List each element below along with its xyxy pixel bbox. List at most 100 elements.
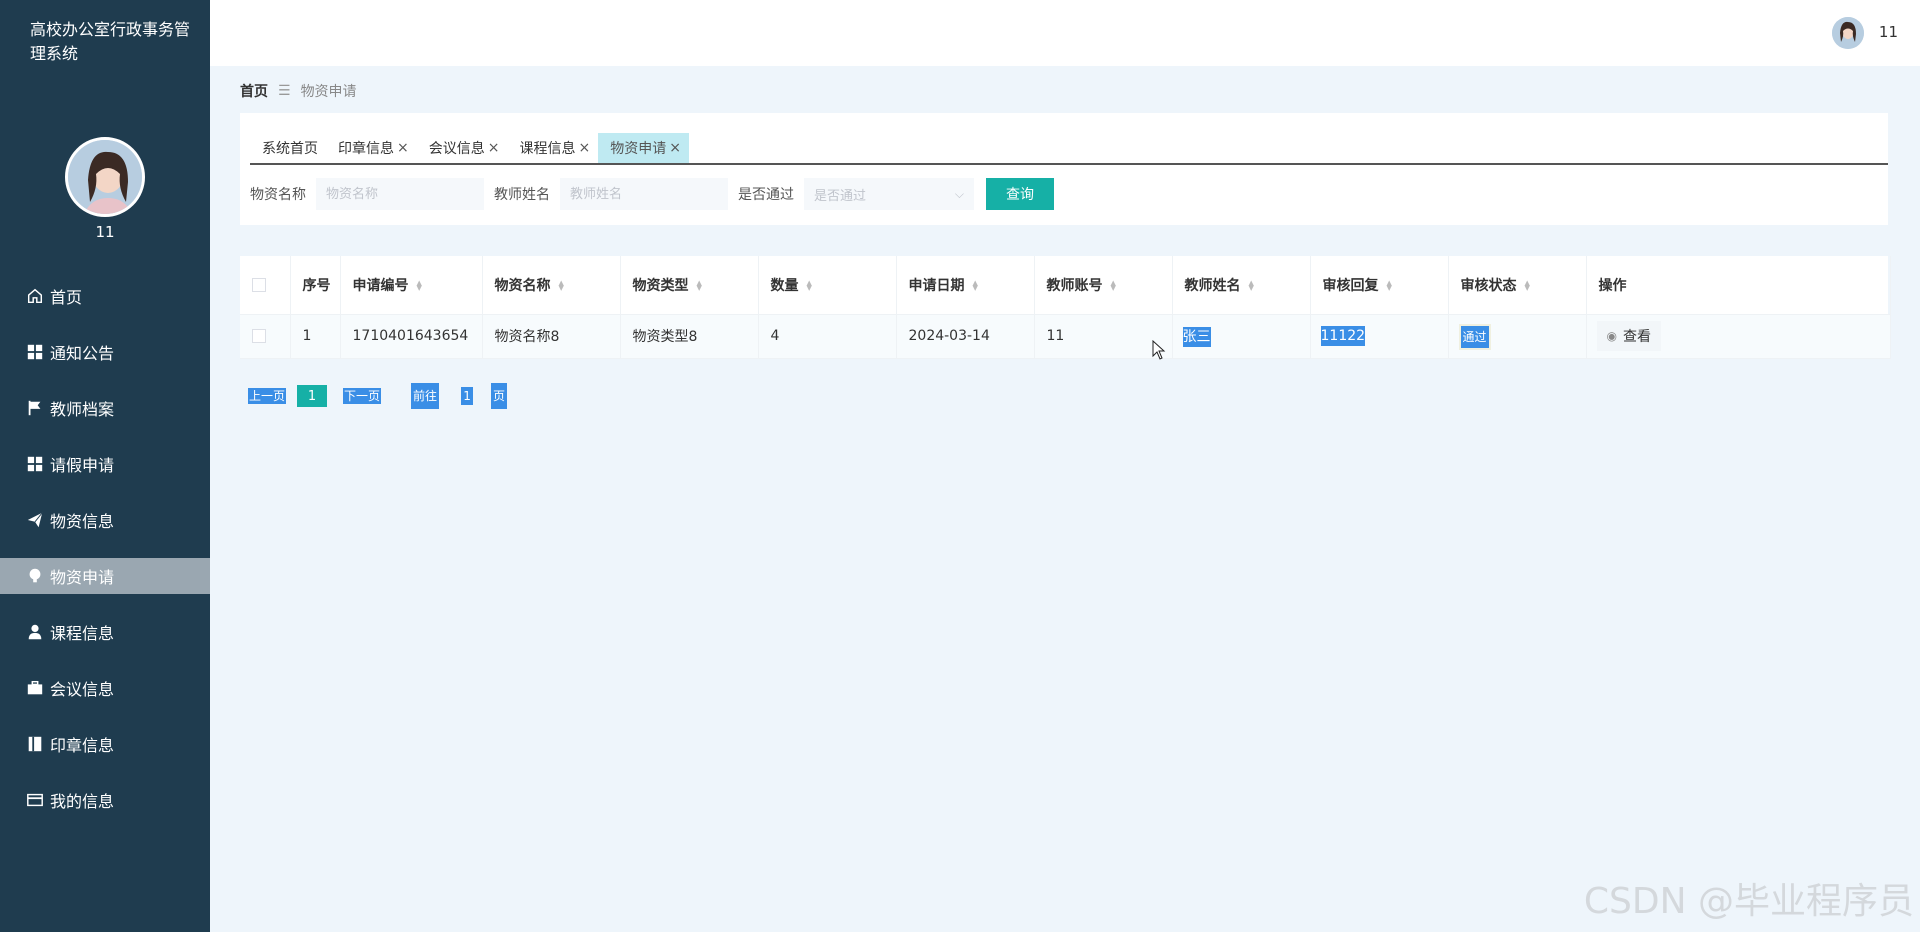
material-name-input[interactable] [316,178,484,210]
column-header[interactable]: 数量 ▲ ▼ [758,256,897,315]
column-header[interactable]: 物资类型 ▲ ▼ [620,256,759,315]
column-header[interactable]: 申请日期 ▲ ▼ [896,256,1035,315]
sidebar-item-label: 会议信息 [50,680,115,699]
bulb-icon [25,566,45,586]
column-header-label: 教师账号 [1046,277,1103,294]
view-button-label: 查看 [1622,328,1651,344]
close-icon[interactable]: × [488,140,500,156]
column-header[interactable]: 教师账号 ▲ ▼ [1034,256,1173,315]
sidebar-item-seals[interactable]: 印章信息 [0,716,210,772]
sidebar-item-label: 印章信息 [50,736,115,755]
sort-icon[interactable]: ▲ ▼ [807,279,812,291]
sidebar-item-meetings[interactable]: 会议信息 [0,660,210,716]
page-suffix-label: 页 [491,383,508,409]
mouse-cursor-icon [1152,340,1166,360]
column-header-label: 教师姓名 [1184,277,1241,294]
view-button[interactable]: ◉ 查看 [1596,321,1661,351]
sort-icon[interactable]: ▲ ▼ [1387,279,1392,291]
tab-material-apply[interactable]: 物资申请 × [598,133,689,163]
sidebar-item-my-info[interactable]: 我的信息 [0,772,210,828]
tab-label: 系统首页 [262,141,318,157]
sidebar-item-teacher-records[interactable]: 教师档案 [0,380,210,436]
column-header: 操作 [1586,256,1891,315]
sidebar-item-courses[interactable]: 课程信息 [0,604,210,660]
sort-icon[interactable]: ▲ ▼ [697,279,702,291]
column-header-label: 审核状态 [1460,277,1517,294]
close-icon[interactable]: × [669,140,681,156]
sidebar-item-label: 教师档案 [50,400,115,419]
teacher-name-label: 教师姓名 [494,187,550,203]
tab-system-home[interactable]: 系统首页 [250,133,326,163]
row-checkbox[interactable] [252,329,266,343]
pagination: 上一页 1 下一页 前往 1 页 [248,382,508,410]
column-header-label: 数量 [770,277,799,294]
sidebar-item-materials[interactable]: 物资信息 [0,492,210,548]
column-header[interactable]: 审核状态 ▲ ▼ [1448,256,1587,315]
avatar[interactable] [65,137,145,217]
cell-review-reply: 11122 [1310,314,1449,359]
sort-icon[interactable]: ▲ ▼ [417,279,422,291]
sort-icon[interactable]: ▲ ▼ [973,279,978,291]
close-icon[interactable]: × [578,140,590,156]
top-header: 11 [210,0,1920,66]
teacher-name-input[interactable] [560,178,728,210]
tab-meetings[interactable]: 会议信息 × [417,133,508,163]
header-avatar[interactable] [1832,17,1864,49]
breadcrumb: 首页 ☰ 物资申请 [240,81,357,101]
column-header-label: 申请编号 [352,277,409,294]
passed-select[interactable]: 是否通过 ⌵ [804,178,974,210]
sidebar-item-label: 课程信息 [50,624,115,643]
tab-seals[interactable]: 印章信息 × [326,133,417,163]
table-row: 1 1710401643654 物资名称8 物资类型8 4 2024-03-14… [240,314,1891,359]
cell-material-type: 物资类型8 [620,314,759,359]
sidebar-item-notices[interactable]: 通知公告 [0,324,210,380]
column-header[interactable]: 审核回复 ▲ ▼ [1310,256,1449,315]
home-icon [25,286,45,306]
next-page-button[interactable]: 下一页 [343,388,382,404]
column-header[interactable]: 教师姓名 ▲ ▼ [1172,256,1311,315]
header-username[interactable]: 11 [1879,23,1898,41]
breadcrumb-home[interactable]: 首页 [240,81,268,101]
select-all-checkbox[interactable] [252,277,266,292]
goto-page-input[interactable]: 1 [461,387,474,405]
menu-icon: ☰ [278,83,291,99]
passed-label: 是否通过 [738,187,794,203]
sort-icon[interactable]: ▲ ▼ [559,279,564,291]
sidebar-item-leave[interactable]: 请假申请 [0,436,210,492]
briefcase-icon [25,678,45,698]
column-header-label: 物资类型 [632,277,689,294]
prev-page-button[interactable]: 上一页 [248,388,287,404]
cell-teacher-name: 张三 [1172,314,1311,359]
status-badge: 通过 [1458,323,1491,350]
sort-icon[interactable]: ▲ ▼ [1525,279,1530,291]
close-icon[interactable]: × [397,140,409,156]
column-header[interactable]: 物资名称 ▲ ▼ [482,256,621,315]
cell-apply-date: 2024-03-14 [896,314,1035,359]
page-number-current[interactable]: 1 [297,385,328,407]
grid-icon [25,342,45,362]
cell-review-status: 通过 [1448,314,1587,359]
sidebar-item-home[interactable]: 首页 [0,268,210,324]
query-button[interactable]: 查询 [986,178,1054,210]
avatar-image [68,140,142,214]
flag-icon [25,398,45,418]
tab-courses[interactable]: 课程信息 × [507,133,598,163]
search-filters: 物资名称 教师姓名 是否通过 是否通过 ⌵ 查询 [250,178,1054,210]
sidebar-item-material-apply[interactable]: 物资申请 [0,558,210,594]
tab-label: 课程信息 [519,141,576,157]
sidebar-username: 11 [95,223,115,241]
sidebar-nav: 首页 通知公告 教师档案 请假申请 物资信息 物资申请 课程信息 会议信息 印章… [0,268,210,828]
sidebar-item-label: 我的信息 [50,792,115,811]
review-reply-text: 11122 [1320,326,1366,346]
user-icon [25,622,45,642]
sort-icon[interactable]: ▲ ▼ [1111,279,1116,291]
material-name-label: 物资名称 [250,187,306,203]
tab-label: 印章信息 [338,141,394,157]
content-panel: 系统首页 印章信息 × 会议信息 × 课程信息 × 物资申请 × 物资名称 教师… [240,113,1888,225]
column-header-label: 申请日期 [908,277,965,294]
sidebar: 高校办公室行政事务管理系统 11 首页 通知公告 教师档案 请假申请 物资信息 … [0,0,210,932]
column-header: 序号 [290,256,341,315]
column-header[interactable]: 申请编号 ▲ ▼ [340,256,483,315]
column-header-label: 审核回复 [1322,277,1379,294]
sort-icon[interactable]: ▲ ▼ [1249,279,1254,291]
